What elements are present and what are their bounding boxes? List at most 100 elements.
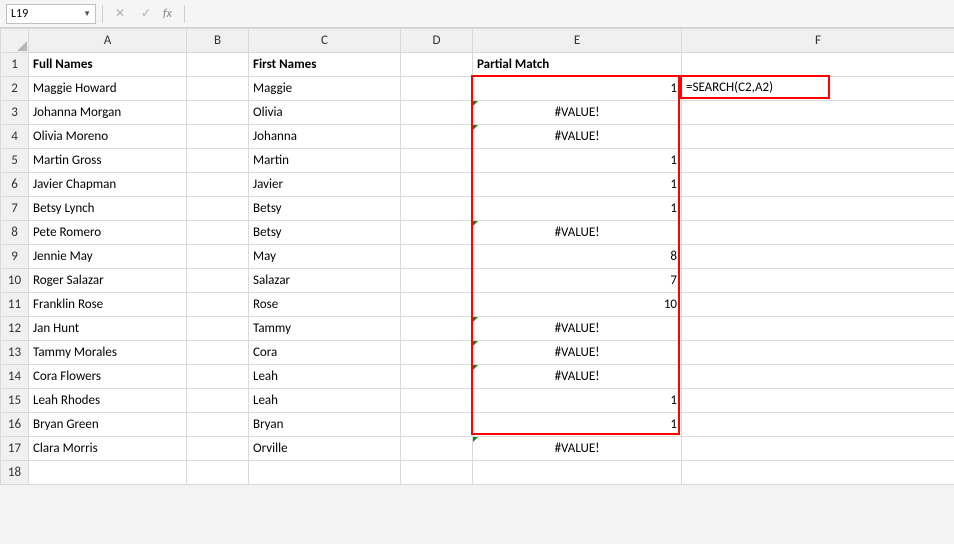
- cell[interactable]: [401, 365, 473, 389]
- cell[interactable]: [682, 341, 954, 365]
- cell-first-name[interactable]: May: [249, 245, 401, 269]
- cell-error[interactable]: #VALUE!: [473, 437, 682, 461]
- cell[interactable]: [682, 389, 954, 413]
- row-header[interactable]: 8: [1, 221, 29, 245]
- cell-result[interactable]: 10: [473, 293, 682, 317]
- cell-full-name[interactable]: Martin Gross: [29, 149, 187, 173]
- cell[interactable]: [187, 149, 249, 173]
- cell-first-name[interactable]: Javier: [249, 173, 401, 197]
- cell[interactable]: [682, 221, 954, 245]
- chevron-down-icon[interactable]: ▼: [83, 9, 91, 19]
- cell-result[interactable]: 1: [473, 413, 682, 437]
- cell[interactable]: [187, 317, 249, 341]
- cell-full-name[interactable]: Bryan Green: [29, 413, 187, 437]
- cell-full-name[interactable]: Clara Morris: [29, 437, 187, 461]
- row-header[interactable]: 14: [1, 365, 29, 389]
- cell-first-name[interactable]: Betsy: [249, 197, 401, 221]
- enter-icon[interactable]: ✓: [135, 5, 157, 23]
- cell-error[interactable]: #VALUE!: [473, 317, 682, 341]
- cell[interactable]: [187, 461, 249, 485]
- select-all-corner[interactable]: [1, 29, 29, 53]
- row-header[interactable]: 5: [1, 149, 29, 173]
- row-header[interactable]: 13: [1, 341, 29, 365]
- cell[interactable]: [682, 461, 954, 485]
- cell[interactable]: [682, 437, 954, 461]
- cell-full-name[interactable]: Johanna Morgan: [29, 101, 187, 125]
- cell-error[interactable]: #VALUE!: [473, 125, 682, 149]
- cell[interactable]: [29, 461, 187, 485]
- cell-full-name[interactable]: Jan Hunt: [29, 317, 187, 341]
- row-header[interactable]: 7: [1, 197, 29, 221]
- cell[interactable]: [682, 413, 954, 437]
- cell[interactable]: [682, 317, 954, 341]
- cell-full-name[interactable]: Olivia Moreno: [29, 125, 187, 149]
- cell-first-name[interactable]: Betsy: [249, 221, 401, 245]
- col-header-e[interactable]: E: [473, 29, 682, 53]
- cell[interactable]: [187, 389, 249, 413]
- cell[interactable]: [401, 461, 473, 485]
- cell-full-name[interactable]: Leah Rhodes: [29, 389, 187, 413]
- cell-first-name[interactable]: Cora: [249, 341, 401, 365]
- row-header[interactable]: 17: [1, 437, 29, 461]
- cell[interactable]: [401, 197, 473, 221]
- cell[interactable]: [682, 149, 954, 173]
- cell[interactable]: [682, 197, 954, 221]
- header-first-names[interactable]: First Names: [249, 53, 401, 77]
- cell-result[interactable]: 8: [473, 245, 682, 269]
- cell[interactable]: [187, 293, 249, 317]
- cell[interactable]: [187, 173, 249, 197]
- cell-result[interactable]: 1: [473, 389, 682, 413]
- cell[interactable]: [401, 77, 473, 101]
- cell[interactable]: [187, 53, 249, 77]
- cell[interactable]: [682, 125, 954, 149]
- cell[interactable]: [401, 149, 473, 173]
- cell[interactable]: [187, 77, 249, 101]
- cell[interactable]: [187, 437, 249, 461]
- cell[interactable]: [401, 269, 473, 293]
- cell-full-name[interactable]: Betsy Lynch: [29, 197, 187, 221]
- cell-full-name[interactable]: Jennie May: [29, 245, 187, 269]
- cell[interactable]: [187, 125, 249, 149]
- cell[interactable]: [187, 221, 249, 245]
- cell-full-name[interactable]: Roger Salazar: [29, 269, 187, 293]
- cell[interactable]: [473, 461, 682, 485]
- cell-result[interactable]: 1: [473, 197, 682, 221]
- cell[interactable]: [401, 389, 473, 413]
- cell-result[interactable]: 7: [473, 269, 682, 293]
- cell-error[interactable]: #VALUE!: [473, 365, 682, 389]
- cell-full-name[interactable]: Pete Romero: [29, 221, 187, 245]
- cell[interactable]: [187, 341, 249, 365]
- cell-error[interactable]: #VALUE!: [473, 101, 682, 125]
- row-header[interactable]: 11: [1, 293, 29, 317]
- cell[interactable]: [682, 101, 954, 125]
- cell-error[interactable]: #VALUE!: [473, 341, 682, 365]
- cell[interactable]: [682, 365, 954, 389]
- cell-full-name[interactable]: Tammy Morales: [29, 341, 187, 365]
- row-header[interactable]: 15: [1, 389, 29, 413]
- cancel-icon[interactable]: ✕: [109, 5, 131, 23]
- cell-full-name[interactable]: Javier Chapman: [29, 173, 187, 197]
- cell[interactable]: [682, 293, 954, 317]
- cell-full-name[interactable]: Cora Flowers: [29, 365, 187, 389]
- cell-first-name[interactable]: Leah: [249, 389, 401, 413]
- cell[interactable]: [401, 245, 473, 269]
- col-header-d[interactable]: D: [401, 29, 473, 53]
- cell-first-name[interactable]: Olivia: [249, 101, 401, 125]
- col-header-b[interactable]: B: [187, 29, 249, 53]
- cell-first-name[interactable]: Leah: [249, 365, 401, 389]
- cell[interactable]: [187, 413, 249, 437]
- cell[interactable]: [187, 365, 249, 389]
- col-header-f[interactable]: F: [682, 29, 954, 53]
- row-header[interactable]: 18: [1, 461, 29, 485]
- cell[interactable]: [401, 341, 473, 365]
- cell[interactable]: [682, 269, 954, 293]
- cell-first-name[interactable]: Orville: [249, 437, 401, 461]
- cell-first-name[interactable]: Johanna: [249, 125, 401, 149]
- cell-error[interactable]: #VALUE!: [473, 221, 682, 245]
- cell[interactable]: [401, 173, 473, 197]
- col-header-a[interactable]: A: [29, 29, 187, 53]
- row-header[interactable]: 1: [1, 53, 29, 77]
- fx-icon[interactable]: fx: [161, 7, 178, 21]
- name-box[interactable]: L19 ▼: [6, 4, 96, 24]
- row-header[interactable]: 9: [1, 245, 29, 269]
